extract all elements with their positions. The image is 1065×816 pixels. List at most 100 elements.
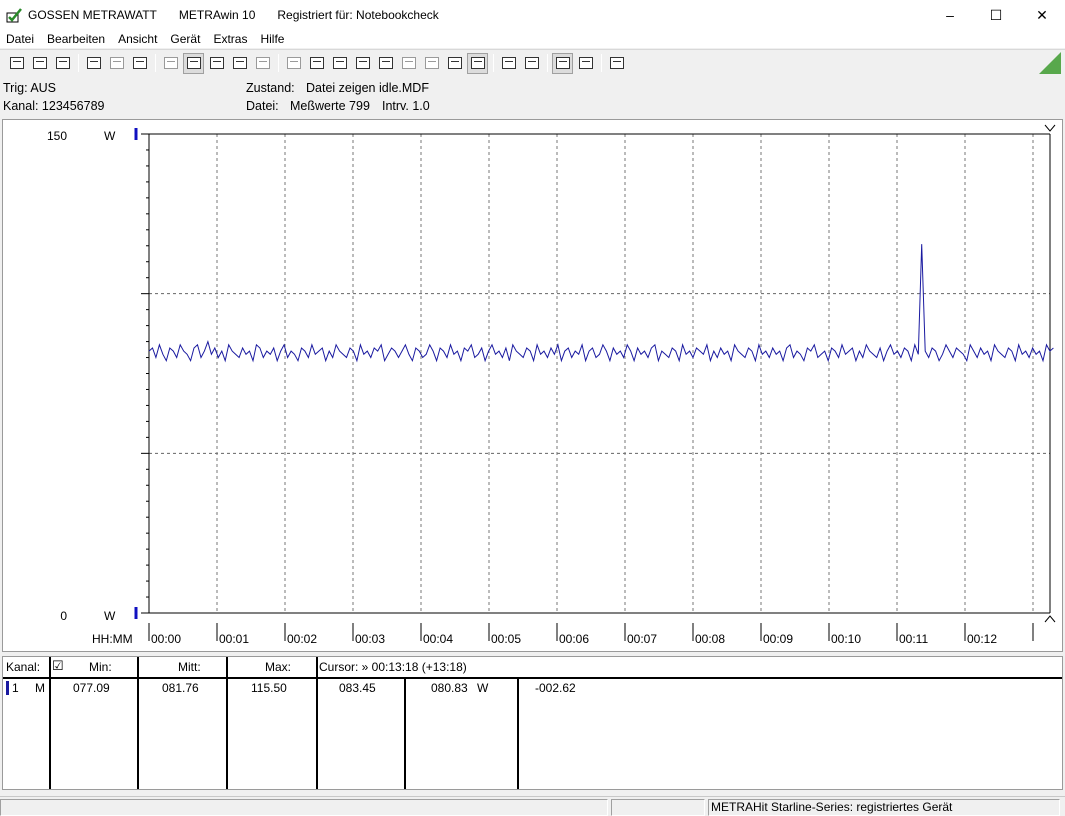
x-tick-label: 00:10 (831, 632, 861, 646)
registration-text: Registriert für: Notebookcheck (277, 8, 439, 22)
datei-value: Meßwerte 799 (290, 99, 370, 113)
window-icon[interactable] (306, 53, 327, 74)
menu-datei[interactable]: Datei (0, 32, 41, 46)
toolbar-separator (78, 54, 79, 72)
x-tick-label: 00:06 (559, 632, 589, 646)
row-max: 115.50 (251, 681, 287, 695)
status-bar: METRAHit Starline-Series: registriertes … (0, 796, 1065, 816)
signal-icon[interactable] (421, 53, 442, 74)
device-read-icon[interactable] (83, 53, 104, 74)
menu-bearbeiten[interactable]: Bearbeiten (41, 32, 112, 46)
settings-icon[interactable] (444, 53, 465, 74)
toolbar-separator (601, 54, 602, 72)
help-bubble-icon[interactable] (606, 53, 627, 74)
interval-value: Intrv. 1.0 (382, 99, 430, 113)
menu-ansicht[interactable]: Ansicht (112, 32, 164, 46)
row-cursor2: 080.83 (431, 681, 468, 695)
datei-label: Datei: (246, 99, 279, 113)
status-panel-empty (0, 799, 608, 816)
close-button[interactable]: ✕ (1019, 0, 1065, 30)
memory-icon[interactable] (398, 53, 419, 74)
x-tick-labels: 00:00 00:01 00:02 00:03 00:04 00:05 00:06 00:07… (151, 632, 997, 646)
header-kanal: Kanal: (6, 660, 41, 674)
row-unit: W (477, 681, 489, 695)
minimize-button[interactable]: – (927, 0, 973, 30)
row-mitt: 081.76 (162, 681, 199, 695)
print-icon[interactable] (498, 53, 519, 74)
header-min: Min: (89, 660, 112, 674)
toolbar-separator (278, 54, 279, 72)
y-max-unit: W (104, 129, 116, 143)
title-bar: GOSSEN METRAWATT METRAwin 10 Registriert… (0, 0, 1065, 30)
row-min: 077.09 (73, 681, 110, 695)
x-tick-label: 00:00 (151, 632, 181, 646)
header-cursor: Cursor: » 00:13:18 (+13:18) (319, 660, 467, 674)
x-tick-label: 00:09 (763, 632, 793, 646)
x-tick-label: 00:02 (287, 632, 317, 646)
line-chart-icon[interactable] (183, 52, 204, 74)
company-name: GOSSEN METRAWATT (28, 8, 157, 22)
measurement-chart[interactable]: 150 W 0 W HH:MM 00:00 00:01 00:02 00:03 00:0… (3, 120, 1064, 653)
column-divider (404, 679, 406, 789)
info-panel: Trig: AUS Kanal: 123456789 Zustand: Date… (0, 78, 1065, 116)
toolbar-separator (155, 54, 156, 72)
column-divider (137, 657, 139, 789)
zoom-search-icon[interactable] (575, 53, 596, 74)
x-tick-label: 00:07 (627, 632, 657, 646)
formula-icon[interactable] (375, 53, 396, 74)
device-config-icon[interactable] (106, 53, 127, 74)
toolbar (0, 49, 1065, 76)
menu-geraet[interactable]: Gerät (164, 32, 207, 46)
maximize-button[interactable]: ☐ (973, 0, 1019, 30)
device-send-icon[interactable] (129, 53, 150, 74)
zustand-value: Datei zeigen idle.MDF (306, 81, 429, 95)
column-divider (226, 657, 228, 789)
x-tick-label: 00:01 (219, 632, 249, 646)
channel-icon[interactable] (283, 53, 304, 74)
folder-open-icon[interactable] (52, 53, 73, 74)
app-logo-icon (6, 8, 22, 23)
status-triangle-icon (1039, 52, 1061, 74)
x-tick-label: 00:11 (899, 632, 928, 646)
computer-icon[interactable] (352, 53, 373, 74)
xy-plot-icon[interactable] (206, 53, 227, 74)
save-file-icon[interactable] (29, 53, 50, 74)
x-axis-label: HH:MM (92, 632, 133, 646)
channel-status: Kanal: 123456789 (3, 99, 105, 113)
channel-table: Kanal: ☑ Min: Mitt: Max: Cursor: » 00:13… (2, 656, 1063, 790)
y-min-unit: W (104, 609, 116, 623)
menu-bar: Datei Bearbeiten Ansicht Gerät Extras Hi… (0, 30, 1065, 48)
row-cursor1: 083.45 (339, 681, 376, 695)
x-tick-label: 00:08 (695, 632, 725, 646)
header-mitt: Mitt: (178, 660, 201, 674)
header-checkbox[interactable]: ☑ (52, 658, 64, 674)
y-min-label: 0 (60, 609, 67, 623)
table-view-icon[interactable] (229, 53, 250, 74)
chart-panel[interactable]: 150 W 0 W HH:MM 00:00 00:01 00:02 00:03 00:0… (2, 119, 1063, 652)
record-icon[interactable] (467, 52, 488, 74)
column-divider (49, 657, 51, 789)
menu-extras[interactable]: Extras (207, 32, 254, 46)
menu-hilfe[interactable]: Hilfe (254, 32, 291, 46)
app-name: METRAwin 10 (178, 8, 256, 22)
x-tick-label: 00:04 (423, 632, 453, 646)
row-delta: -002.62 (535, 681, 576, 695)
open-file-icon[interactable] (6, 53, 27, 74)
print-preview-icon[interactable] (521, 53, 542, 74)
header-divider (3, 677, 1062, 679)
list-view-icon[interactable] (160, 53, 181, 74)
trigger-status: Trig: AUS (3, 81, 57, 95)
status-device: METRAHit Starline-Series: registriertes … (708, 799, 1060, 816)
row-mode: M (35, 681, 45, 695)
toolbar-separator (547, 54, 548, 72)
x-tick-label: 00:05 (491, 632, 521, 646)
data-grid-icon[interactable] (329, 53, 350, 74)
x-tick-label: 00:12 (967, 632, 997, 646)
histogram-icon[interactable] (252, 53, 273, 74)
row-channel: 1 (12, 681, 19, 695)
column-divider (517, 679, 519, 789)
header-max: Max: (265, 660, 292, 674)
zustand-label: Zustand: (246, 81, 295, 95)
column-divider (316, 657, 318, 789)
zoom-chart-icon[interactable] (552, 52, 573, 74)
